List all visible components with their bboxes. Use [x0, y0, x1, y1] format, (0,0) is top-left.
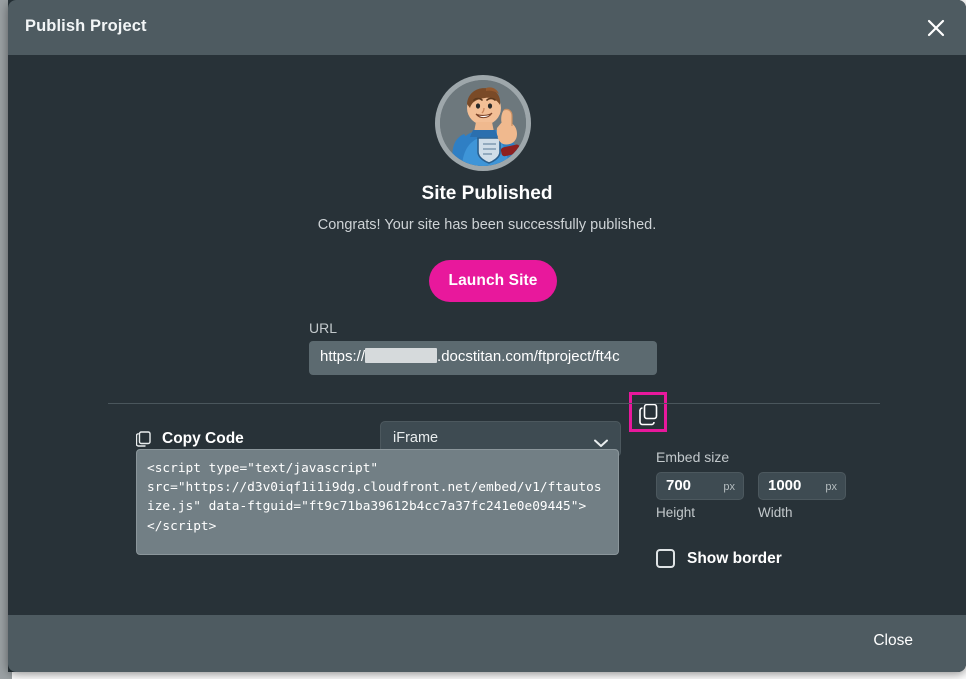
copy-url-button[interactable]	[629, 392, 667, 432]
embed-width-value: 1000	[768, 477, 801, 494]
embed-width-caption: Width	[758, 505, 793, 520]
avatar-image	[440, 80, 526, 166]
embed-width-unit: px	[825, 481, 837, 493]
url-label: URL	[309, 320, 337, 336]
section-divider	[108, 403, 880, 404]
copy-icon	[639, 403, 661, 426]
status-message: Congrats! Your site has been successfull…	[8, 217, 966, 233]
embed-size-label: Embed size	[656, 449, 729, 465]
copy-code-button[interactable]: Copy Code	[136, 430, 244, 448]
dialog-body: Site Published Congrats! Your site has b…	[8, 55, 966, 615]
url-suffix: .docstitan.com/ftproject/ft4c	[437, 348, 620, 365]
embed-height-unit: px	[723, 481, 735, 493]
page-title: Site Published	[8, 183, 966, 205]
embed-height-value: 700	[666, 477, 691, 494]
embed-code-text: <script type="text/javascript" src="http…	[147, 459, 608, 536]
launch-site-button[interactable]: Launch Site	[429, 260, 557, 302]
embed-width-input[interactable]: 1000 px	[758, 472, 846, 500]
dialog-footer: Close	[8, 615, 966, 672]
close-icon[interactable]	[918, 10, 954, 46]
dialog-titlebar: Publish Project	[8, 0, 966, 55]
embed-height-caption: Height	[656, 505, 695, 520]
embed-height-input[interactable]: 700 px	[656, 472, 744, 500]
show-border-label: Show border	[687, 550, 782, 568]
embed-format-value: iFrame	[393, 430, 438, 446]
url-input[interactable]: https:// .docstitan.com/ftproject/ft4c	[309, 341, 657, 375]
show-border-checkbox[interactable]: Show border	[656, 549, 782, 568]
checkbox-box	[656, 549, 675, 568]
avatar	[435, 75, 531, 171]
copy-code-label: Copy Code	[162, 430, 244, 448]
dialog-title: Publish Project	[25, 17, 147, 36]
embed-code-box[interactable]: <script type="text/javascript" src="http…	[136, 449, 619, 555]
url-prefix: https://	[320, 348, 365, 365]
close-button[interactable]: Close	[867, 631, 919, 651]
publish-project-dialog: Publish Project	[8, 0, 966, 672]
url-redacted-block	[365, 348, 437, 363]
copy-icon	[136, 431, 151, 447]
url-value: https:// .docstitan.com/ftproject/ft4c	[320, 348, 620, 365]
